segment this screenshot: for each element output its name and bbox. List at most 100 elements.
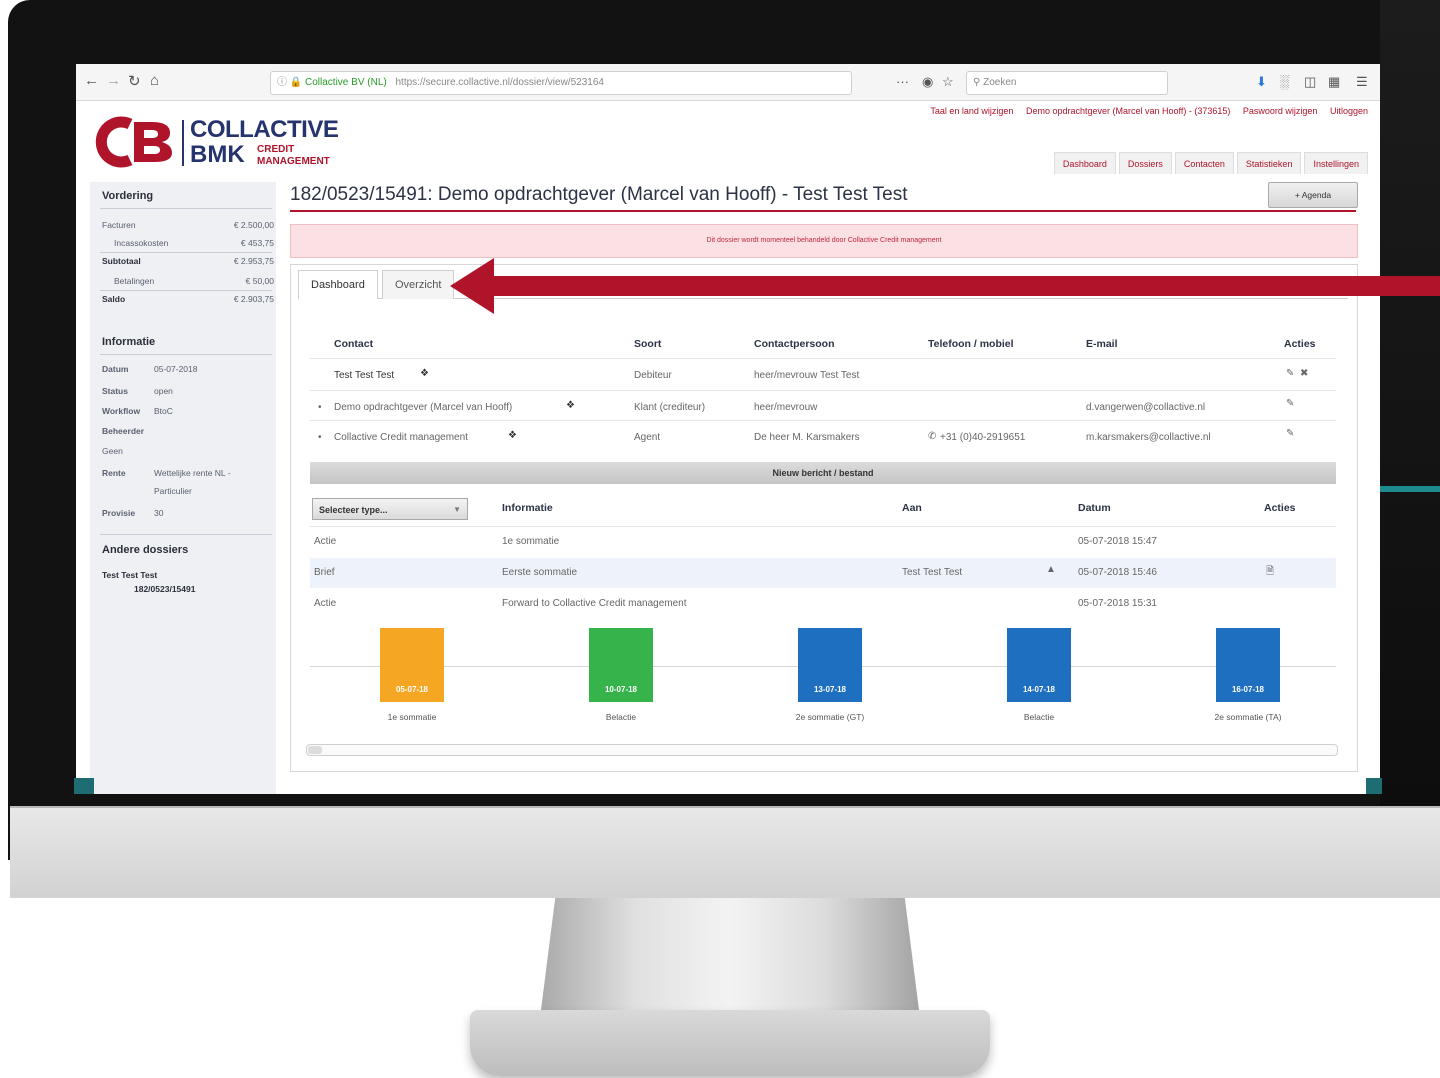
link-change-language[interactable]: Taal en land wijzigen [930,106,1013,116]
download-icon[interactable]: ⬇ [1256,74,1267,90]
monitor-chin [10,808,1440,898]
contact-telefoon[interactable]: +31 (0)40-2919651 [940,432,1025,443]
logo-divider [182,120,184,166]
divider [100,290,272,291]
agenda-button[interactable]: + Agenda [1268,182,1358,208]
row-divider [310,358,1336,359]
timeline-step-box[interactable]: 16-07-18 [1216,628,1280,702]
contact-email[interactable]: m.karsmakers@collactive.nl [1086,432,1211,443]
rente-value-line2: Particulier [154,486,192,496]
nav-dashboard[interactable]: Dashboard [1053,152,1116,174]
logo-text-credit: CREDIT [257,144,295,155]
status-alert: Dit dossier wordt momenteel behandeld do… [290,224,1358,258]
document-icon[interactable]: 🗎 [1266,564,1274,581]
monitor-stand [540,898,920,1018]
timeline-step-label: 2e sommatie (GT) [795,712,865,722]
page-title: 182/0523/15491: Demo opdrachtgever (Marc… [290,184,908,205]
timeline-step-box[interactable]: 10-07-18 [589,628,653,702]
edit-icon[interactable]: ✎ [1286,368,1294,379]
table-row-highlighted[interactable] [310,558,1336,588]
datum-label: Datum [102,364,129,374]
library-icon[interactable]: ░ [1280,74,1289,89]
logo-cb-monogram [95,116,172,168]
nav-instellingen[interactable]: Instellingen [1304,152,1368,174]
edit-icon[interactable]: ✎ [1286,398,1294,409]
type-select-value: Selecteer type... [319,505,388,515]
chevron-down-icon: ▼ [453,505,461,514]
search-icon: ⚲ [973,77,981,88]
info-icon[interactable]: ❖ [508,430,517,441]
facturen-label: Facturen [102,220,136,230]
horizontal-scrollbar[interactable] [306,744,1338,756]
link-account[interactable]: Demo opdrachtgever (Marcel van Hooff) - … [1026,106,1230,116]
message-aan: Test Test Test [902,567,963,578]
sidebar: Vordering Facturen € 2.500,00 Incassokos… [90,182,276,794]
contact-email[interactable]: d.vangerwen@collactive.nl [1086,402,1205,413]
sidebar-icon[interactable]: ◫ [1304,74,1316,90]
saldo-label: Saldo [102,294,126,304]
link-logout[interactable]: Uitloggen [1330,106,1368,116]
timeline-step-label: 2e sommatie (TA) [1214,712,1282,722]
incassokosten-value: € 453,75 [240,238,274,248]
delete-icon[interactable]: ✖ [1300,368,1308,379]
new-message-button[interactable]: Nieuw bericht / bestand [310,462,1336,484]
betalingen-value: € 50,00 [245,276,274,286]
info-icon[interactable]: ❖ [566,400,575,411]
lock-icon: 🔒 [289,77,303,88]
col-soort: Soort [634,338,662,350]
andere-dossier-number[interactable]: 182/0523/15491 [134,584,195,594]
timeline-step-label: Belactie [605,712,637,722]
nav-dossiers[interactable]: Dossiers [1118,152,1172,174]
row-divider [310,526,1336,527]
logo[interactable]: COLLACTIVE BMK CREDIT MANAGEMENT [90,116,360,170]
bookmark-icon[interactable]: ☆ [942,74,954,90]
timeline-step-box[interactable]: 05-07-18 [380,628,444,702]
nav-statistieken[interactable]: Statistieken [1236,152,1302,174]
back-icon[interactable]: ← [84,72,99,89]
search-input[interactable]: ⚲ Zoeken [966,71,1168,95]
andere-dossiers-heading: Andere dossiers [102,544,189,556]
row-divider [310,390,1336,391]
informatie-heading: Informatie [102,336,156,348]
forward-icon[interactable]: → [106,72,121,89]
workflow-label: Workflow [102,406,141,416]
logo-text-collactive: COLLACTIVE [190,116,339,143]
page-actions-icon[interactable]: ··· [896,74,909,89]
col-telefoon: Telefoon / mobiel [928,338,1014,350]
timeline-step-date: 16-07-18 [1231,685,1265,694]
tab-dashboard[interactable]: Dashboard [298,270,378,299]
reload-icon[interactable]: ↻ [128,72,141,90]
main-nav: Dashboard Dossiers Contacten Statistieke… [1053,152,1368,174]
nav-contacten[interactable]: Contacten [1174,152,1234,174]
link-change-password[interactable]: Paswoord wijzigen [1243,106,1318,116]
contact-name: Test Test Test [334,370,395,381]
tab-overzicht[interactable]: Overzicht [382,270,455,299]
contact-soort: Agent [634,432,661,443]
timeline-step-box[interactable]: 13-07-18 [798,628,862,702]
title-underline [290,210,1356,212]
provisie-value: 30 [154,508,164,518]
scrollbar-thumb[interactable] [308,746,322,754]
site-identity: Collactive BV (NL) [305,77,387,88]
provisie-label: Provisie [102,508,136,518]
saldo-value: € 2.903,75 [233,294,274,304]
message-type: Actie [314,536,337,547]
home-icon[interactable]: ⌂ [150,72,159,89]
screen-accent [74,778,94,794]
info-icon[interactable]: ⓘ [277,77,287,88]
url-text: https://secure.collactive.nl/dossier/vie… [395,77,604,88]
bullet-icon: • [318,432,322,443]
edit-icon[interactable]: ✎ [1286,428,1294,439]
info-icon[interactable]: ❖ [420,368,429,379]
url-bar[interactable]: ⓘ 🔒 Collactive BV (NL) https://secure.co… [270,71,852,95]
menu-icon[interactable]: ☰ [1356,74,1368,90]
reader-icon[interactable]: ▦ [1328,74,1340,90]
pocket-icon[interactable]: ◉ [922,74,933,90]
andere-dossier-name[interactable]: Test Test Test [102,570,157,580]
timeline-step-box[interactable]: 14-07-18 [1007,628,1071,702]
type-select[interactable]: Selecteer type... ▼ [312,498,468,520]
message-type: Actie [314,598,337,609]
logo-text-bmk: BMK [190,141,245,168]
message-type: Brief [314,567,335,578]
background-accent [1380,486,1440,492]
